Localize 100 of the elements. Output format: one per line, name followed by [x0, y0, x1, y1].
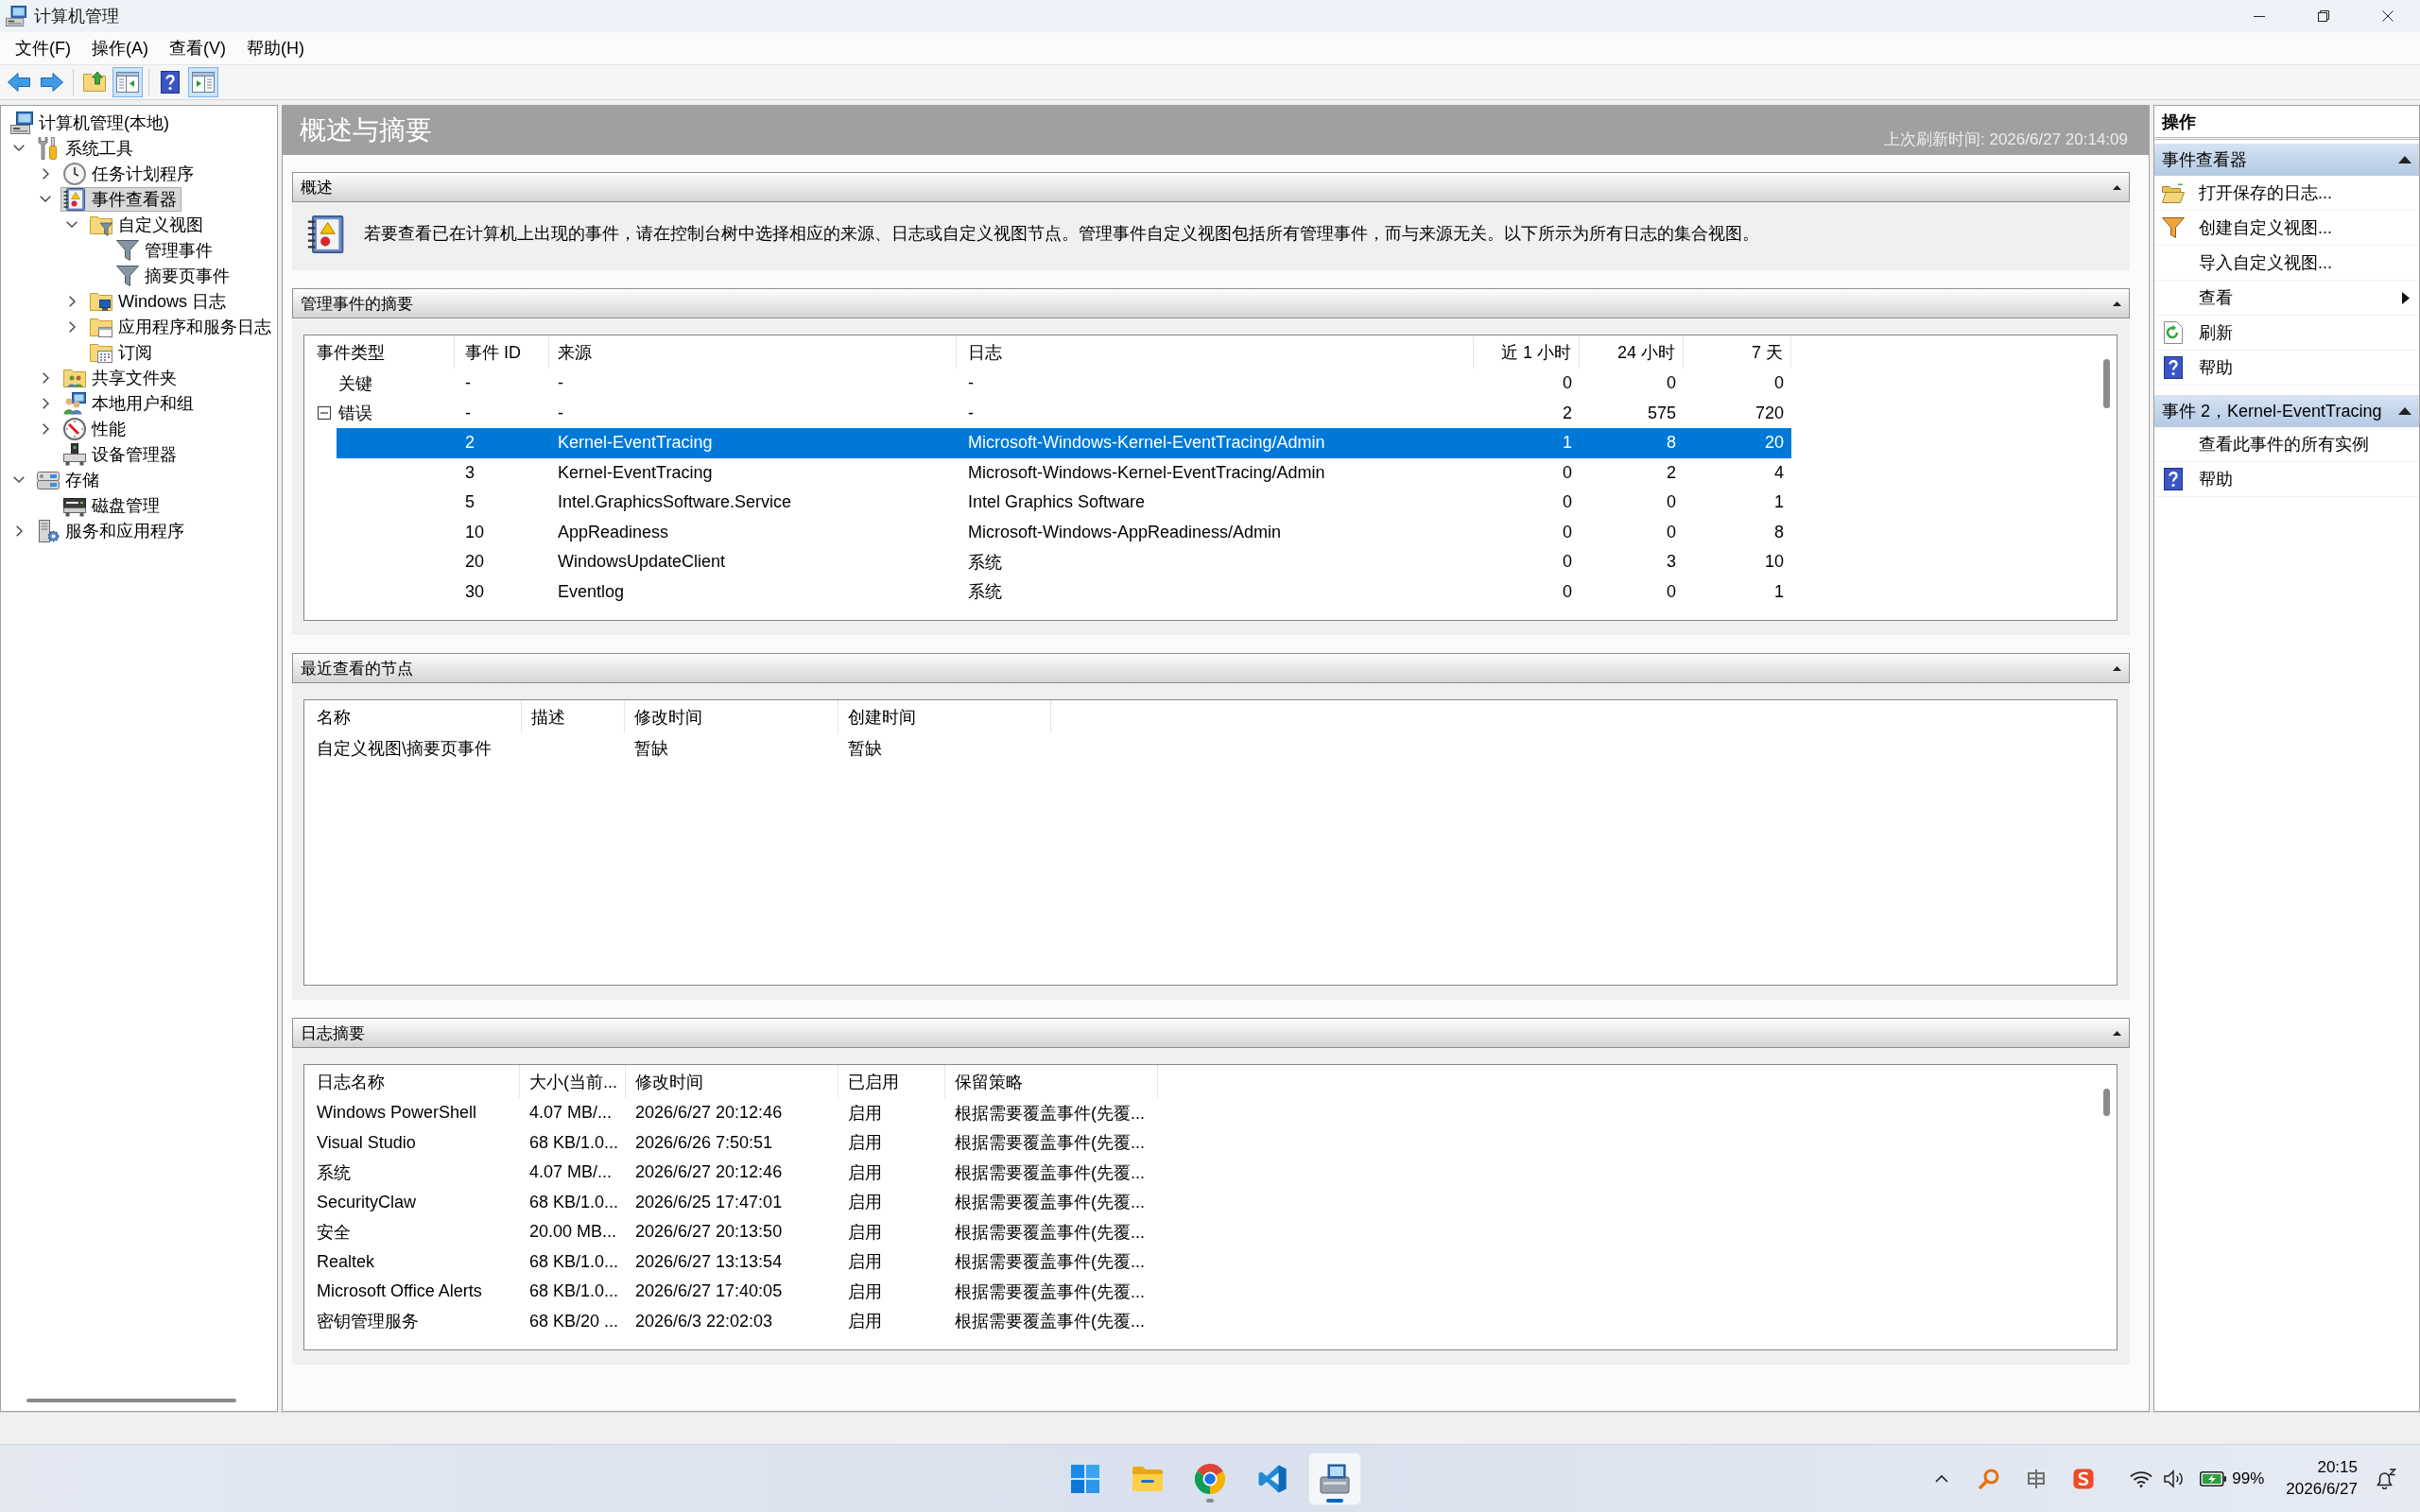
caret-up-icon[interactable] [2398, 407, 2411, 415]
tree-item[interactable]: 存储 [34, 467, 104, 492]
tree-item[interactable]: 系统工具 [34, 135, 138, 161]
boxed-cross-icon[interactable] [2026, 1468, 2048, 1489]
chevron-right-icon[interactable] [42, 167, 49, 180]
caret-up-icon[interactable] [2113, 301, 2121, 306]
right-pane-toggle-icon [192, 71, 215, 94]
table-row[interactable]: 2 Kernel-EventTracing Microsoft-Windows-Kernel-EventTracing/Admin 1 8 20 [337, 428, 1791, 458]
action-item[interactable]: 打开保存的日志... [2154, 176, 2419, 211]
tree-item[interactable]: Windows 日志 [87, 288, 232, 314]
minus-box-icon[interactable] [318, 406, 331, 421]
scrollbar-thumb[interactable] [26, 1399, 236, 1402]
tree-item[interactable]: 订阅 [87, 339, 157, 365]
chevron-right-icon[interactable] [42, 422, 49, 435]
table-cell-text: 根据需要覆盖事件(先覆... [954, 1280, 1146, 1303]
tree-item[interactable]: 自定义视图 [87, 212, 208, 237]
chevron-right-icon[interactable] [42, 397, 49, 409]
log-book-icon [63, 187, 86, 211]
column-header[interactable]: 事件 ID [455, 335, 549, 369]
clock-date[interactable]: 2026/6/27 [2286, 1480, 2358, 1499]
tree-item[interactable]: 事件查看器 [60, 186, 182, 212]
action-item[interactable]: 刷新 [2154, 316, 2419, 351]
submenu-arrow-icon[interactable] [2402, 291, 2410, 304]
action-item[interactable]: 导入自定义视图... [2154, 246, 2419, 281]
menu-item[interactable]: 操作(A) [81, 34, 159, 62]
wifi-icon[interactable] [2130, 1469, 2153, 1487]
table-cell-text: SecurityClaw [316, 1191, 418, 1213]
caret-up-icon[interactable] [2398, 156, 2411, 163]
taskbar-button[interactable] [1308, 1452, 1361, 1505]
action-item[interactable]: 查看 [2154, 281, 2419, 316]
action-item[interactable]: 帮助 [2154, 351, 2419, 386]
caret-up-icon[interactable] [2113, 1030, 2121, 1036]
magnifier-icon[interactable] [1979, 1468, 2000, 1489]
tree-item[interactable]: 管理事件 [113, 237, 217, 263]
column-header[interactable]: 事件类型 [304, 335, 455, 369]
column-header[interactable]: 7 天 [1684, 335, 1791, 369]
help-icon [159, 71, 182, 94]
action-item[interactable]: 创建自定义视图... [2154, 211, 2419, 246]
menu-item[interactable]: 查看(V) [159, 34, 236, 62]
section-header[interactable]: 最近查看的节点 [292, 653, 2130, 683]
tree-item[interactable]: 应用程序和服务日志 [87, 314, 276, 339]
chevron-right-icon[interactable] [68, 320, 76, 333]
chevron-right-icon[interactable] [68, 295, 76, 307]
table-row[interactable]: 20 WindowsUpdateClient 系统 0 3 10 [337, 547, 1791, 577]
action-item[interactable]: 查看此事件的所有实例 [2154, 427, 2419, 462]
column-header[interactable]: 已启用 [838, 1065, 945, 1098]
chevron-down-icon[interactable] [66, 221, 78, 228]
action-group-header[interactable]: 事件 2，Kernel-EventTracing [2154, 395, 2419, 427]
column-header[interactable]: 描述 [522, 700, 625, 733]
column-header[interactable]: 修改时间 [626, 1065, 838, 1098]
column-header[interactable]: 近 1 小时 [1474, 335, 1580, 369]
action-item[interactable]: 帮助 [2154, 462, 2419, 497]
table-row[interactable]: 5 Intel.GraphicsSoftware.Service Intel Graphics Software 0 0 1 [337, 488, 1791, 518]
tree-item[interactable]: 计算机管理(本地) [8, 110, 174, 135]
table-row[interactable]: 错误 - - - 2 575 720 [304, 398, 1791, 428]
tree-item[interactable]: 任务计划程序 [60, 161, 199, 186]
section-header[interactable]: 概述 [292, 172, 2130, 202]
table-cell-text: 1 [1773, 491, 1785, 514]
section-header[interactable]: 管理事件的摘要 [292, 288, 2130, 318]
clock-time[interactable]: 20:15 [2317, 1458, 2358, 1477]
chevron-down-icon[interactable] [13, 145, 25, 151]
caret-up-icon[interactable] [2113, 184, 2121, 190]
tree-item[interactable]: 设备管理器 [60, 441, 182, 467]
column-header[interactable]: 24 小时 [1580, 335, 1684, 369]
table-cell-text: 根据需要覆盖事件(先覆... [954, 1192, 1146, 1214]
action-group-header[interactable]: 事件查看器 [2154, 144, 2419, 176]
scrollbar-thumb[interactable] [2102, 1089, 2110, 1116]
table-cell-text: 0 [1773, 372, 1785, 395]
tree-item[interactable]: 磁盘管理 [60, 492, 164, 518]
table-row[interactable]: 3 Kernel-EventTracing Microsoft-Windows-Kernel-EventTracing/Admin 0 2 4 [337, 457, 1791, 488]
tree-item[interactable]: 共享文件夹 [60, 365, 182, 390]
chevron-down-icon[interactable] [13, 476, 25, 483]
column-header[interactable]: 日志 [957, 335, 1474, 369]
menu-item[interactable]: 文件(F) [5, 34, 81, 62]
tree-item[interactable]: 服务和应用程序 [34, 518, 189, 543]
column-header[interactable]: 名称 [304, 700, 522, 733]
column-header[interactable]: 保留策略 [945, 1065, 1158, 1098]
swirl-logo-icon[interactable] [2073, 1468, 2095, 1489]
speaker-icon[interactable] [2164, 1469, 2186, 1488]
caret-up-icon[interactable] [2113, 665, 2121, 671]
section-header[interactable]: 日志摘要 [292, 1018, 2130, 1048]
table-row[interactable]: 10 AppReadiness Microsoft-Windows-AppReadiness/Admin 0 0 8 [337, 517, 1791, 547]
battery-icon[interactable] [2200, 1470, 2227, 1486]
column-header[interactable]: 来源 [549, 335, 957, 369]
chevron-down-icon[interactable] [40, 196, 51, 202]
table-row[interactable]: 30 Eventlog 系统 0 0 1 [337, 576, 1791, 607]
menu-item[interactable]: 帮助(H) [236, 34, 315, 62]
chevron-up-icon[interactable] [1935, 1474, 1949, 1483]
column-header[interactable]: 修改时间 [625, 700, 838, 733]
table-row[interactable]: 关键 - - - 0 0 0 [304, 369, 1791, 399]
tree-item[interactable]: 摘要页事件 [113, 263, 234, 288]
column-header[interactable]: 日志名称 [304, 1065, 520, 1098]
scrollbar-thumb[interactable] [2102, 359, 2110, 408]
chevron-right-icon[interactable] [15, 524, 23, 537]
tree-item[interactable]: 本地用户和组 [60, 390, 199, 416]
table-cell-text: 4.07 MB/... [528, 1102, 614, 1125]
column-header[interactable]: 创建时间 [838, 700, 1051, 733]
column-header[interactable]: 大小(当前... [520, 1065, 626, 1098]
chevron-right-icon[interactable] [42, 371, 49, 384]
tree-item[interactable]: 性能 [60, 416, 130, 441]
